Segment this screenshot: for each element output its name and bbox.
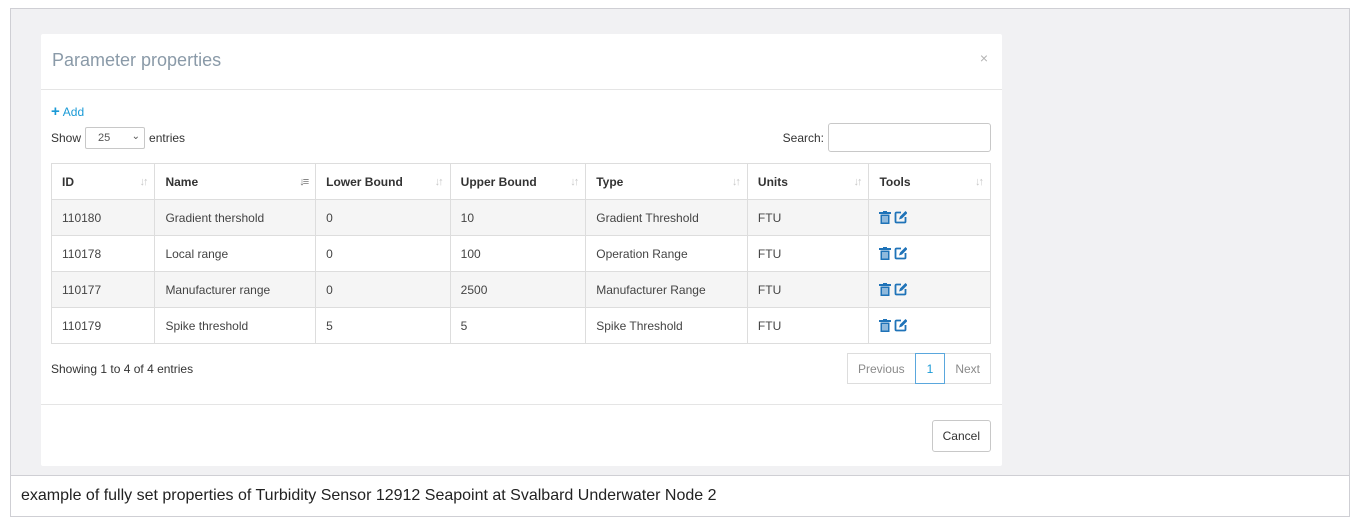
cell-id: 110180: [50, 199, 156, 236]
entries-length-control: Show 25 ⌄ entries: [51, 127, 185, 149]
column-header-id[interactable]: ID ↓↑: [50, 163, 156, 200]
cell-tools: [868, 235, 991, 272]
parameter-properties-modal: Parameter properties × + Add Show 25 ⌄ e…: [41, 34, 1002, 466]
edit-icon[interactable]: [894, 283, 908, 296]
cell-id: 110179: [50, 307, 156, 344]
cell-units: FTU: [746, 307, 870, 344]
table-row: 110180 Gradient thershold 0 10 Gradient …: [50, 199, 991, 236]
cell-upper-bound: 2500: [449, 271, 587, 308]
edit-icon[interactable]: [894, 211, 908, 224]
edit-icon[interactable]: [894, 247, 908, 260]
cell-units: FTU: [746, 235, 870, 272]
caption: example of fully set properties of Turbi…: [10, 476, 1350, 517]
trash-icon[interactable]: [879, 211, 892, 224]
cell-type: Operation Range: [585, 235, 748, 272]
cell-type: Gradient Threshold: [585, 199, 748, 236]
trash-icon[interactable]: [879, 319, 892, 332]
column-header-type[interactable]: Type ↓↑: [585, 163, 748, 200]
cell-name: Manufacturer range: [154, 271, 317, 308]
cell-id: 110177: [50, 271, 156, 308]
cell-tools: [868, 271, 991, 308]
sort-icon: ↓↑: [139, 176, 148, 188]
table-row: 110178 Local range 0 100 Operation Range…: [50, 235, 991, 272]
cell-name: Spike threshold: [154, 307, 317, 344]
cell-type: Manufacturer Range: [585, 271, 748, 308]
previous-page-button[interactable]: Previous: [846, 353, 916, 384]
modal-header: Parameter properties ×: [41, 34, 1002, 90]
column-header-upper-bound[interactable]: Upper Bound ↓↑: [449, 163, 587, 200]
cell-name: Local range: [154, 235, 317, 272]
plus-icon: +: [51, 103, 60, 120]
cell-units: FTU: [746, 199, 870, 236]
cell-upper-bound: 5: [449, 307, 587, 344]
cell-id: 110178: [50, 235, 156, 272]
cell-lower-bound: 0: [315, 271, 451, 308]
search-label: Search:: [782, 130, 824, 145]
table-row: 110179 Spike threshold 5 5 Spike Thresho…: [50, 307, 991, 344]
entries-label: entries: [149, 131, 186, 145]
sort-icon: ↓↑: [570, 176, 579, 188]
cell-lower-bound: 0: [315, 199, 451, 236]
sort-ascending-icon: ↓≡: [299, 176, 309, 188]
modal-title: Parameter properties: [52, 50, 222, 70]
column-header-units[interactable]: Units ↓↑: [746, 163, 870, 200]
edit-icon[interactable]: [894, 319, 908, 332]
cell-units: FTU: [746, 271, 870, 308]
close-icon[interactable]: ×: [980, 50, 988, 66]
table-info: Showing 1 to 4 of 4 entries: [51, 362, 194, 376]
cell-type: Spike Threshold: [585, 307, 748, 344]
cell-tools: [868, 307, 991, 344]
chevron-down-icon: ⌄: [131, 131, 141, 142]
sort-icon: ↓↑: [434, 176, 444, 188]
trash-icon[interactable]: [879, 247, 892, 260]
table-header-row: ID ↓↑ Name ↓≡ Lower Bound ↓↑ Upper Bound ↓↑ …: [50, 163, 991, 200]
cell-lower-bound: 0: [315, 235, 451, 272]
cell-tools: [868, 199, 991, 236]
column-header-lower-bound[interactable]: Lower Bound ↓↑: [315, 163, 451, 200]
add-label: Add: [62, 105, 85, 119]
cell-upper-bound: 10: [449, 199, 587, 236]
show-label: Show: [51, 131, 82, 145]
cell-name: Gradient thershold: [154, 199, 317, 236]
add-button[interactable]: + Add: [51, 103, 85, 120]
column-header-name[interactable]: Name ↓≡: [154, 163, 317, 200]
search-control: Search:: [783, 123, 991, 152]
sort-icon: ↓↑: [731, 176, 741, 188]
page-1-button[interactable]: 1: [914, 353, 946, 384]
parameters-table: ID ↓↑ Name ↓≡ Lower Bound ↓↑ Upper Bound ↓↑ …: [50, 163, 991, 344]
sort-icon: ↓↑: [975, 176, 984, 188]
next-page-button[interactable]: Next: [944, 353, 991, 384]
footer-divider: [41, 404, 1002, 405]
column-header-tools[interactable]: Tools ↓↑: [868, 163, 991, 200]
cell-lower-bound: 5: [315, 307, 451, 344]
table-row: 110177 Manufacturer range 0 2500 Manufac…: [50, 271, 991, 308]
entries-select[interactable]: 25 ⌄: [85, 127, 146, 149]
trash-icon[interactable]: [879, 283, 892, 296]
search-input[interactable]: [828, 123, 991, 152]
pagination: Previous 1 Next: [846, 353, 991, 384]
cancel-button[interactable]: Cancel: [931, 420, 991, 452]
entries-select-value: 25: [98, 132, 111, 144]
sort-icon: ↓↑: [853, 176, 862, 188]
cell-upper-bound: 100: [449, 235, 587, 272]
screenshot-frame: Parameter properties × + Add Show 25 ⌄ e…: [10, 8, 1350, 476]
